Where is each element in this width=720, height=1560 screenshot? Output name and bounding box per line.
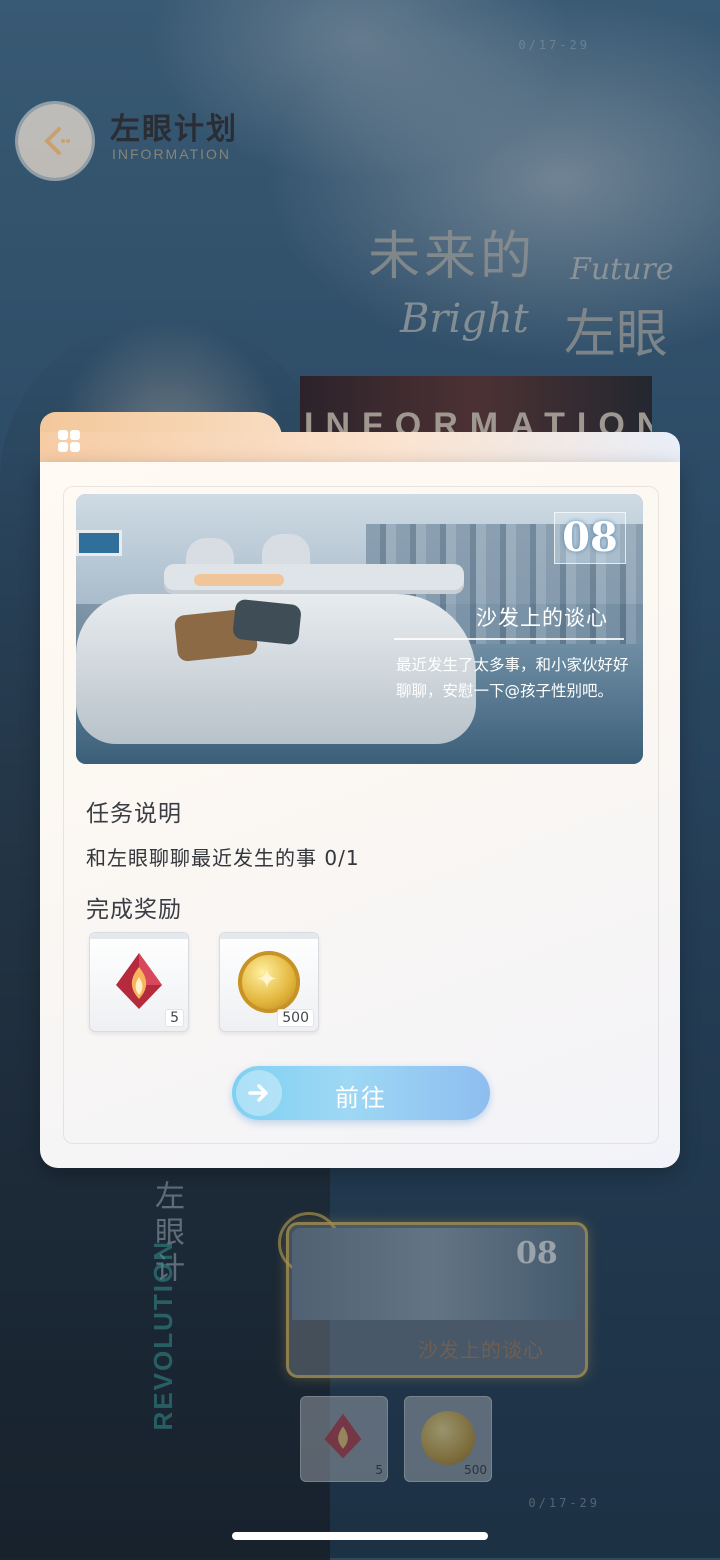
- page-subtitle: INFORMATION: [112, 146, 231, 162]
- gold-coin-icon: [238, 951, 300, 1013]
- home-indicator[interactable]: [232, 1532, 488, 1540]
- page-title: 左眼计划: [110, 112, 238, 147]
- reward-item-coin[interactable]: 500: [219, 932, 319, 1032]
- scene-description: 最近发生了太多事，和小家伙好好聊聊，安慰一下@孩子性别吧。: [396, 656, 629, 700]
- go-button-label: 前往: [335, 1084, 387, 1112]
- reward-section-label: 完成奖励: [86, 897, 182, 923]
- reward-qty: 5: [165, 1009, 184, 1027]
- reward-qty: 500: [277, 1009, 314, 1027]
- task-progress-text: 和左眼聊聊最近发生的事 0/1: [86, 846, 360, 870]
- back-button[interactable]: [18, 104, 92, 178]
- flame-crystal-icon: [116, 953, 162, 1009]
- chevron-left-icon: [44, 127, 70, 155]
- reward-item-gem[interactable]: 5: [89, 932, 189, 1032]
- task-section-label: 任务说明: [86, 801, 182, 827]
- go-button[interactable]: 前往: [232, 1066, 490, 1120]
- four-squares-icon: [56, 428, 82, 454]
- scene-title: 沙发上的谈心: [476, 606, 608, 630]
- modal-header-bar: [40, 432, 680, 466]
- scene-number-badge: 08: [554, 512, 626, 564]
- scene-divider: [394, 638, 624, 640]
